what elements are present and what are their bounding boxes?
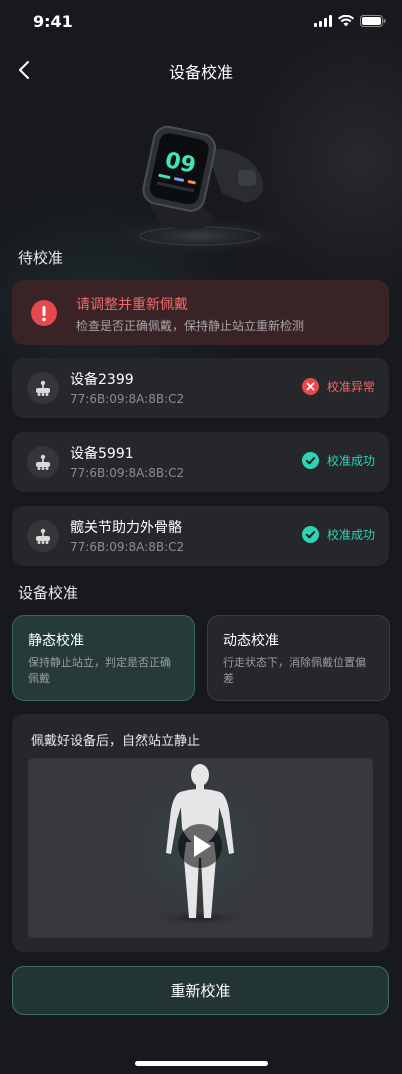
device-status-success: 校准成功 <box>301 452 375 469</box>
signal-icon <box>314 15 332 27</box>
status-time: 9:41 <box>33 12 73 31</box>
device-name: 设备2399 <box>70 372 134 388</box>
error-x-icon <box>301 378 319 395</box>
alert-icon <box>31 300 57 326</box>
status-bar: 9:41 <box>0 0 402 46</box>
status-icons <box>314 15 386 27</box>
robot-device-icon <box>36 380 50 396</box>
device-status-label: 校准成功 <box>326 454 375 468</box>
pending-section-title: 待校准 <box>18 249 64 267</box>
device-name: 髋关节助力外骨骼 <box>70 520 182 536</box>
device-card[interactable]: 髋关节助力外骨骼 77:6B:09:8A:8B:C2 校准成功 <box>12 506 389 566</box>
check-icon <box>301 452 319 469</box>
watch-illustration: 09 <box>0 108 402 258</box>
battery-icon <box>360 15 386 27</box>
page-title: 设备校准 <box>168 63 233 82</box>
exclamation-icon <box>42 306 46 322</box>
mode-description: 保持静止站立，判定是否正确佩戴 <box>28 656 171 685</box>
device-mac: 77:6B:09:8A:8B:C2 <box>70 466 185 480</box>
device-status-label: 校准成功 <box>326 528 375 542</box>
device-status-error: 校准异常 <box>301 378 375 395</box>
robot-device-icon <box>36 454 50 470</box>
recalibrate-button[interactable]: 重新校准 <box>12 966 389 1015</box>
device-name: 设备5991 <box>70 446 134 462</box>
device-icon <box>27 446 59 478</box>
human-figure-illustration <box>110 764 290 927</box>
mode-title: 动态校准 <box>223 633 279 649</box>
robot-device-icon <box>36 528 50 544</box>
alert-subtitle: 检查是否正确佩戴，保持静止站立重新检测 <box>76 319 305 333</box>
calibration-guide: 佩戴好设备后，自然站立静止 <box>12 714 389 952</box>
dynamic-calibration-option[interactable]: 动态校准 行走状态下，消除佩戴位置偏差 <box>207 615 390 701</box>
device-mac: 77:6B:09:8A:8B:C2 <box>70 392 185 406</box>
device-icon <box>27 372 59 404</box>
wifi-icon <box>338 15 354 27</box>
device-mac: 77:6B:09:8A:8B:C2 <box>70 540 185 554</box>
device-status-label: 校准异常 <box>326 380 375 394</box>
check-icon <box>301 526 319 543</box>
mode-title: 静态校准 <box>28 633 84 649</box>
static-calibration-option[interactable]: 静态校准 保持静止站立，判定是否正确佩戴 <box>12 615 195 701</box>
device-card[interactable]: 设备5991 77:6B:09:8A:8B:C2 校准成功 <box>12 432 389 492</box>
navigation-bar: 设备校准 <box>0 50 402 90</box>
guide-video[interactable] <box>28 758 373 938</box>
smartwatch-image: 09 <box>90 125 310 256</box>
calibration-alert: 请调整并重新佩戴 检查是否正确佩戴，保持静止站立重新检测 <box>12 280 389 345</box>
guide-instruction: 佩戴好设备后，自然站立静止 <box>31 734 201 749</box>
device-status-success: 校准成功 <box>301 526 375 543</box>
alert-title: 请调整并重新佩戴 <box>76 297 188 313</box>
home-indicator <box>135 1061 268 1066</box>
device-icon <box>27 520 59 552</box>
mode-description: 行走状态下，消除佩戴位置偏差 <box>223 656 366 685</box>
calibration-section-title: 设备校准 <box>18 584 79 602</box>
device-card[interactable]: 设备2399 77:6B:09:8A:8B:C2 校准异常 <box>12 358 389 418</box>
